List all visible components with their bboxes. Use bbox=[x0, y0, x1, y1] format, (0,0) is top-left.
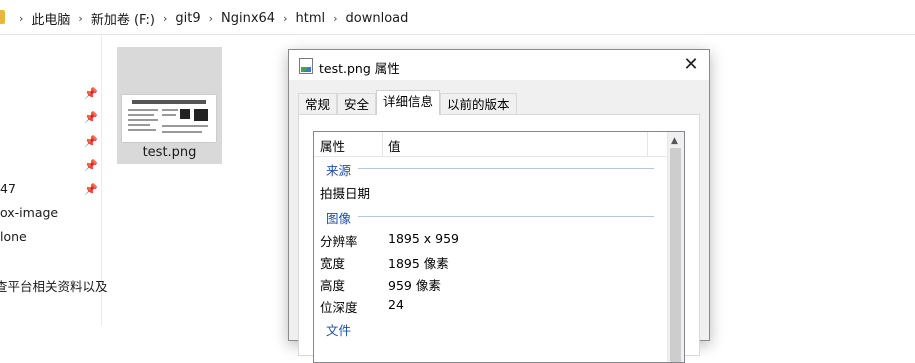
list-header: 属性 值 bbox=[314, 132, 668, 157]
close-button[interactable]: ✕ bbox=[679, 54, 703, 76]
pin-icon: 📌 bbox=[84, 183, 98, 196]
tab-general[interactable]: 常规 bbox=[298, 93, 338, 115]
tab-previous-versions[interactable]: 以前的版本 bbox=[440, 93, 517, 115]
property-label: 宽度 bbox=[320, 256, 346, 271]
property-row[interactable]: 拍摄日期 bbox=[320, 183, 370, 202]
pin-icon: 📌 bbox=[84, 135, 98, 148]
property-row[interactable]: 高度 959 像素 bbox=[320, 275, 441, 294]
nav-item[interactable]: lone bbox=[0, 229, 27, 244]
property-value: 24 bbox=[388, 297, 404, 312]
crumb-html[interactable]: html bbox=[295, 11, 325, 26]
folder-icon bbox=[0, 10, 5, 24]
property-label: 分辨率 bbox=[320, 234, 358, 249]
navigation-pane: 📌 📌 📌 📌 📌 47 ox-image lone 查平台相关资料以及 bbox=[0, 35, 108, 326]
pin-icon: 📌 bbox=[84, 111, 98, 124]
group-header-file: 文件 bbox=[326, 323, 352, 338]
property-value: 1895 像素 bbox=[388, 256, 449, 271]
tab-security[interactable]: 安全 bbox=[337, 93, 377, 115]
property-row[interactable]: 位深度 24 bbox=[320, 297, 404, 316]
group-divider bbox=[358, 216, 654, 217]
column-header-value[interactable]: 值 bbox=[388, 136, 401, 155]
details-panel: 属性 值 来源 拍摄日期 图像 分辨率 1895 x 959 宽度 1895 像… bbox=[298, 114, 700, 363]
vertical-scrollbar[interactable]: ▲ bbox=[667, 132, 684, 362]
chevron-right-icon[interactable]: › bbox=[163, 12, 167, 25]
crumb-nginx64[interactable]: Nginx64 bbox=[221, 11, 275, 26]
property-value: 1895 x 959 bbox=[388, 231, 460, 246]
breadcrumb: › 此电脑 › 新加卷 (F:) › git9 › Nginx64 › html… bbox=[11, 9, 408, 28]
pin-icon: 📌 bbox=[84, 87, 98, 100]
property-list[interactable]: 属性 值 来源 拍摄日期 图像 分辨率 1895 x 959 宽度 1895 像… bbox=[313, 131, 685, 363]
crumb-drive-f[interactable]: 新加卷 (F:) bbox=[91, 9, 155, 28]
scroll-up-icon[interactable]: ▲ bbox=[671, 136, 678, 146]
property-label: 位深度 bbox=[320, 300, 358, 315]
chevron-right-icon[interactable]: › bbox=[78, 12, 82, 25]
tab-strip: 常规 安全 详细信息 以前的版本 bbox=[298, 90, 517, 115]
crumb-download[interactable]: download bbox=[346, 11, 409, 26]
nav-item[interactable]: 查平台相关资料以及 bbox=[0, 276, 108, 295]
address-bar[interactable]: › 此电脑 › 新加卷 (F:) › git9 › Nginx64 › html… bbox=[0, 0, 915, 35]
nav-item[interactable]: 47 bbox=[0, 181, 16, 196]
nav-item[interactable]: ox-image bbox=[0, 205, 58, 220]
file-name: test.png bbox=[142, 145, 197, 160]
dialog-title-bar[interactable]: test.png 属性 ✕ bbox=[289, 50, 709, 80]
group-header-source: 来源 bbox=[326, 163, 352, 178]
image-file-icon bbox=[299, 58, 313, 74]
dialog-title: test.png 属性 bbox=[319, 61, 400, 76]
chevron-right-icon[interactable]: › bbox=[209, 12, 213, 25]
crumb-git9[interactable]: git9 bbox=[175, 11, 200, 26]
tab-details[interactable]: 详细信息 bbox=[376, 90, 441, 115]
property-label: 拍摄日期 bbox=[320, 186, 371, 201]
pin-icon: 📌 bbox=[84, 159, 98, 172]
column-header-property[interactable]: 属性 bbox=[320, 136, 345, 155]
chevron-right-icon[interactable]: › bbox=[333, 12, 337, 25]
file-item-selected[interactable]: test.png bbox=[117, 47, 222, 164]
properties-dialog: test.png 属性 ✕ 常规 安全 详细信息 以前的版本 属性 值 来源 拍… bbox=[288, 49, 710, 363]
scrollbar-thumb[interactable] bbox=[670, 148, 681, 362]
property-row[interactable]: 宽度 1895 像素 bbox=[320, 253, 449, 272]
image-thumbnail bbox=[122, 95, 216, 142]
group-divider bbox=[358, 168, 654, 169]
chevron-right-icon[interactable]: › bbox=[19, 12, 23, 25]
crumb-this-pc[interactable]: 此电脑 bbox=[31, 9, 70, 28]
chevron-right-icon[interactable]: › bbox=[283, 12, 287, 25]
group-header-image: 图像 bbox=[326, 211, 352, 226]
property-label: 高度 bbox=[320, 278, 346, 293]
property-row[interactable]: 分辨率 1895 x 959 bbox=[320, 231, 459, 250]
property-value: 959 像素 bbox=[388, 278, 441, 293]
